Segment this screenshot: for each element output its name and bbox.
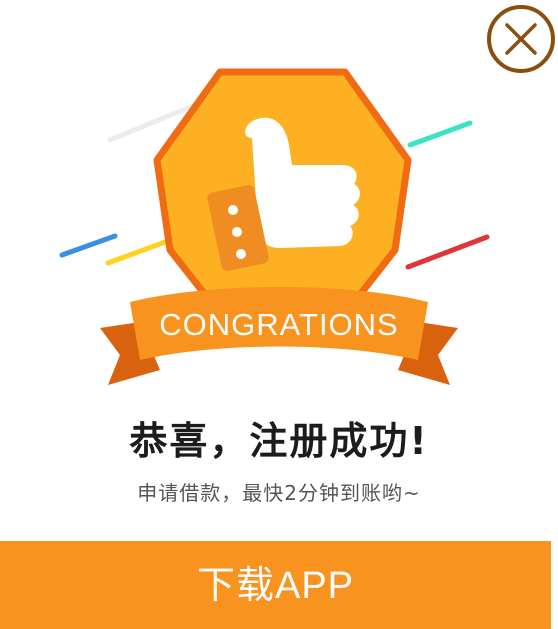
success-subtitle: 申请借款，最快2分钟到账哟~ (137, 481, 421, 505)
confetti-line (105, 239, 168, 266)
ribbon-text: CONGRATIONS (159, 307, 399, 342)
success-badge-illustration: CONGRATIONS (59, 68, 490, 385)
confetti-line (405, 234, 490, 270)
success-badge: CONGRATIONS (0, 60, 558, 400)
registration-success-dialog: CONGRATIONS 恭喜，注册成功! 申请借款，最快2分钟到账哟~ 下载AP… (0, 0, 558, 629)
download-app-button[interactable]: 下载APP (0, 541, 551, 629)
success-title: 恭喜，注册成功! (129, 419, 429, 463)
confetti-line (407, 120, 473, 148)
confetti-line (59, 233, 118, 258)
